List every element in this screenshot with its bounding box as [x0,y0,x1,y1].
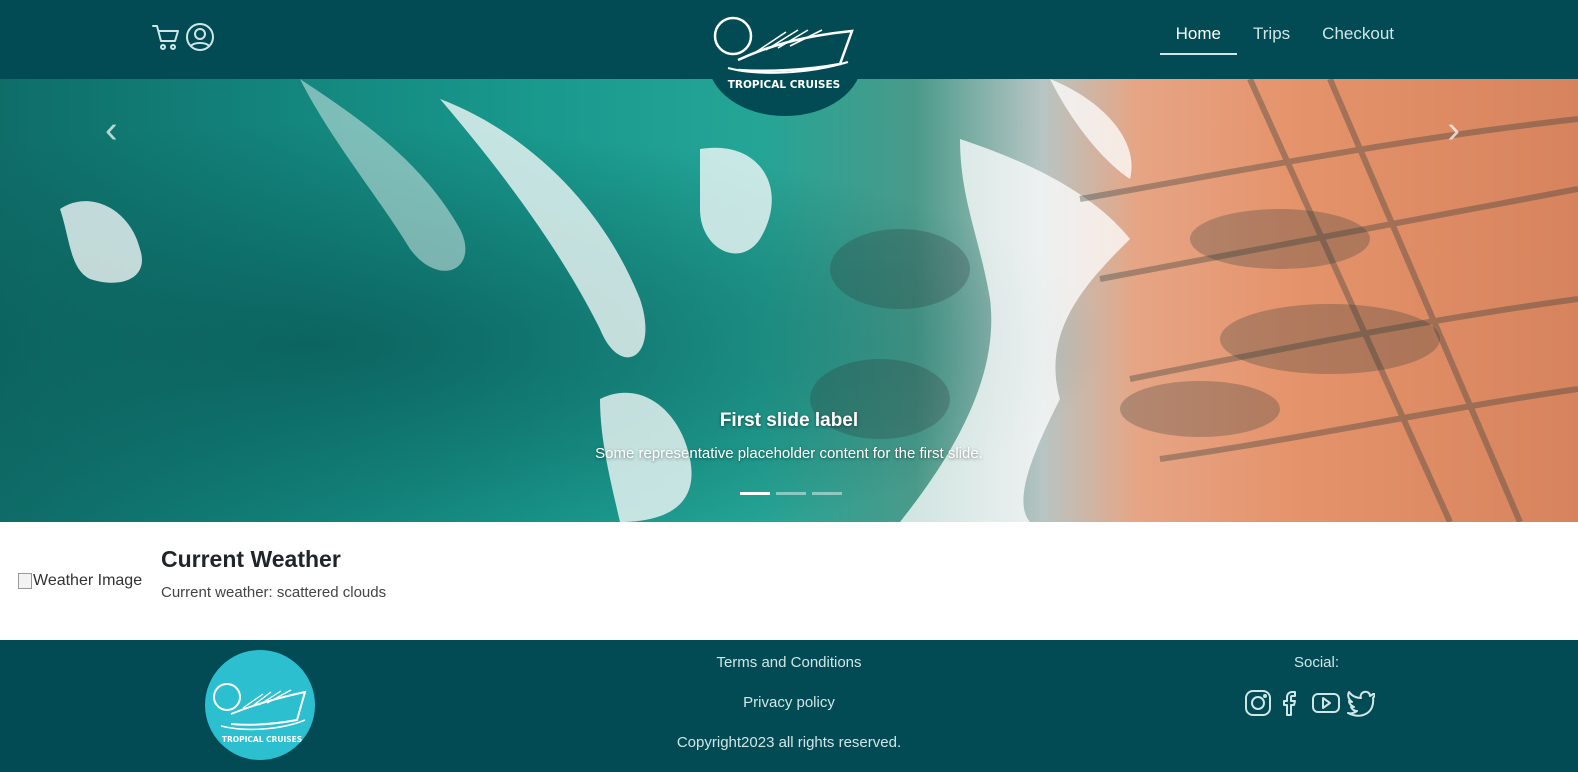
brand-logo[interactable]: TROPICAL CRUISES [708,6,862,116]
weather-description: Current weather: scattered clouds [161,584,387,601]
hero-carousel: ‹ › First slide label Some representativ… [0,79,1578,522]
footer: TROPICAL CRUISES Terms and Conditions Pr… [0,640,1578,772]
chevron-right-icon: › [1447,109,1460,151]
carousel-indicators [740,492,842,495]
cart-icon[interactable] [151,22,181,52]
carousel-indicator[interactable] [776,492,806,495]
weather-section: Weather Image Current Weather Current we… [0,522,1578,640]
carousel-indicator[interactable] [812,492,842,495]
youtube-icon[interactable] [1311,688,1341,723]
copyright-text: Copyright2023 all rights reserved. [676,734,902,751]
twitter-icon[interactable] [1345,688,1376,723]
social-label: Social: [1294,654,1340,671]
nav-home-link[interactable]: Home [1159,0,1238,55]
nav-trips-link[interactable]: Trips [1237,0,1306,55]
weather-image-alt: Weather Image [33,572,143,589]
social-icons [1243,688,1376,723]
copyright-row: Copyright2023 all rights reserved. [0,734,1578,751]
weather-image: Weather Image [18,572,142,590]
nav-icons [151,22,215,52]
nav-checkout-link[interactable]: Checkout [1306,0,1410,55]
instagram-icon[interactable] [1243,688,1273,723]
slide-text: Some representative placeholder content … [595,445,983,462]
weather-title: Current Weather [161,546,341,572]
logo-text: TROPICAL CRUISES [728,79,840,91]
facebook-icon[interactable] [1277,688,1307,723]
slide-title: First slide label [719,410,859,431]
carousel-next-button[interactable]: › [1348,79,1578,189]
chevron-left-icon: ‹ [105,109,118,151]
terms-link[interactable]: Terms and Conditions [716,654,861,671]
carousel-prev-button[interactable]: ‹ [0,79,230,189]
carousel-indicator[interactable] [740,492,770,495]
main-nav: Home Trips Checkout [1159,0,1410,79]
privacy-link[interactable]: Privacy policy [743,694,835,711]
broken-image-icon [18,573,32,589]
terms-row: Terms and Conditions [0,654,1578,671]
top-navbar: TROPICAL CRUISES Home Trips Checkout [0,0,1578,116]
user-circle-icon[interactable] [185,22,215,52]
